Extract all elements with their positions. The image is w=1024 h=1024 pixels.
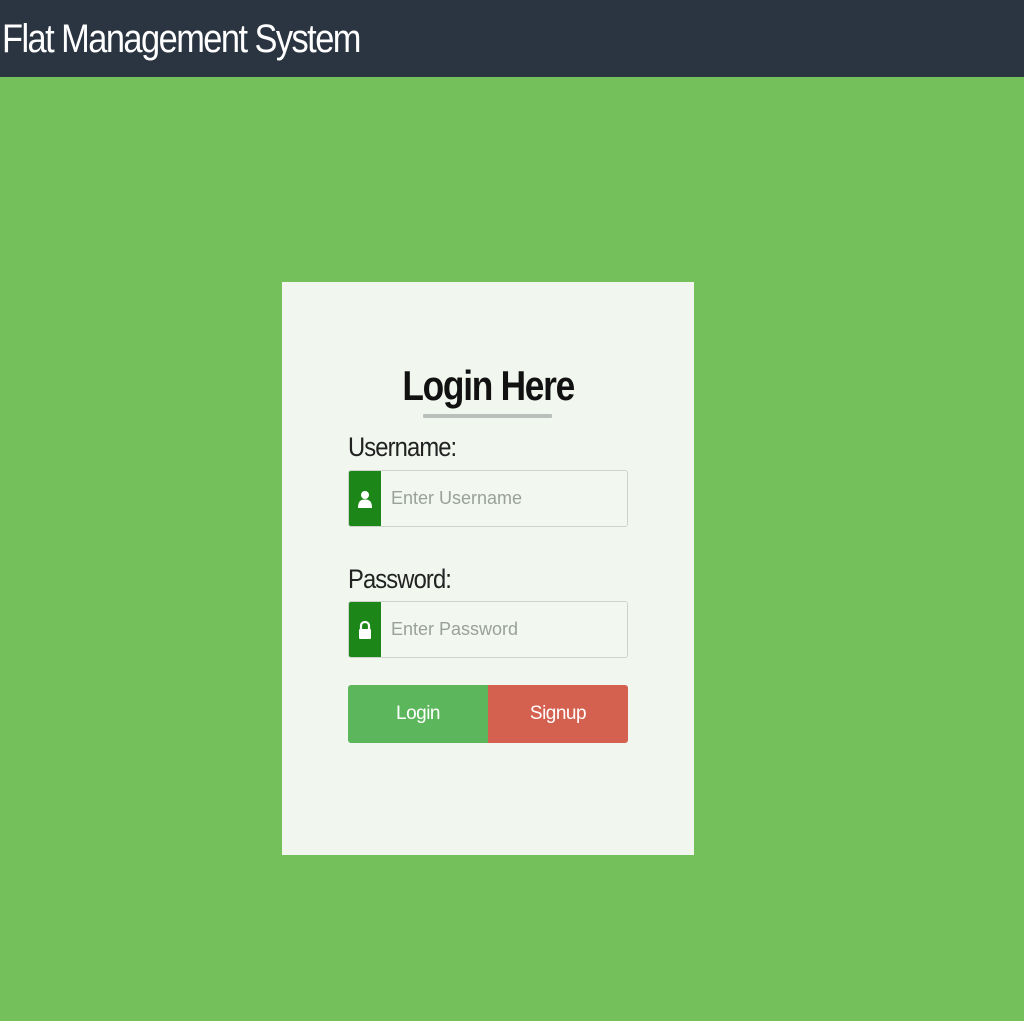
lock-icon bbox=[349, 602, 381, 657]
password-input[interactable] bbox=[381, 602, 627, 657]
login-heading-text: Login Here bbox=[402, 362, 575, 409]
login-button[interactable]: Login bbox=[348, 685, 488, 743]
username-input[interactable] bbox=[381, 471, 627, 526]
password-input-group bbox=[348, 601, 628, 658]
top-navbar: Flat Management System bbox=[0, 0, 1024, 77]
app-brand-title[interactable]: Flat Management System bbox=[2, 14, 361, 64]
signup-button[interactable]: Signup bbox=[488, 685, 628, 743]
login-heading-underline bbox=[423, 414, 552, 418]
password-label: Password: bbox=[348, 564, 452, 594]
login-heading: Login Here bbox=[0, 360, 976, 412]
username-label: Username: bbox=[348, 432, 457, 462]
username-input-group bbox=[348, 470, 628, 527]
user-icon bbox=[349, 471, 381, 526]
